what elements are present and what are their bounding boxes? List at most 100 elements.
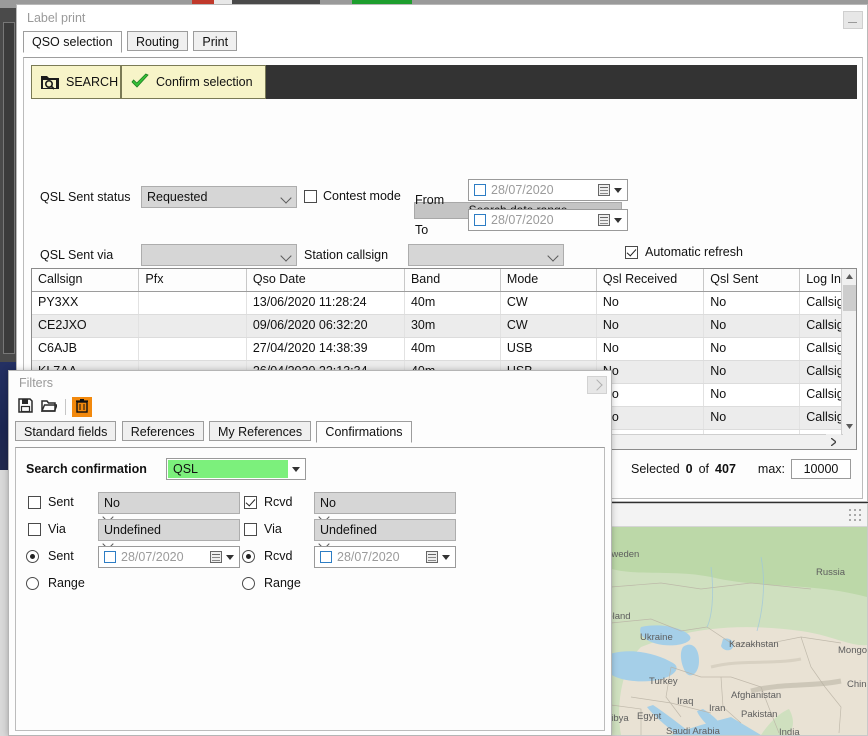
rcvd-date-checkbox[interactable] [320, 551, 332, 563]
search-button[interactable]: SEARCH [31, 65, 121, 99]
open-filter-button[interactable] [39, 397, 59, 417]
rcvd-checkbox-label: Rcvd [264, 495, 293, 509]
map-label-russia: Russia [816, 567, 846, 578]
from-date-field[interactable]: 28/07/2020 [468, 179, 628, 201]
station-callsign-select[interactable] [408, 244, 564, 266]
column-header-callsign[interactable]: Callsign [32, 269, 140, 291]
map-label-pakistan: Pakistan [741, 709, 778, 720]
cell-qsl-sent: No [704, 338, 801, 360]
map-label-mongolia: Mongolia [838, 645, 867, 656]
tab-standard-fields-label: Standard fields [24, 425, 108, 439]
automatic-refresh-checkbox[interactable] [625, 246, 638, 259]
chevron-down-icon[interactable] [614, 188, 622, 193]
cell-callsign: C6AJB [32, 338, 140, 360]
sent-via-checkbox[interactable] [28, 523, 41, 536]
chevron-down-icon[interactable] [226, 555, 234, 560]
to-date-field[interactable]: 28/07/2020 [468, 209, 628, 231]
column-header-mode[interactable]: Mode [500, 269, 597, 291]
world-map[interactable]: Sweden Russia Poland Ukraine Kazakhstan Mongo… [611, 527, 867, 735]
cell-band: 30m [405, 315, 501, 337]
qsl-sent-via-select[interactable] [141, 244, 297, 266]
rcvd-value-select[interactable]: No [314, 492, 456, 523]
tab-standard-fields[interactable]: Standard fields [15, 421, 117, 441]
sent-range-radio[interactable] [26, 577, 39, 590]
cell-qso-date: 27/04/2020 14:38:39 [247, 338, 405, 360]
tab-routing[interactable]: Routing [126, 31, 189, 51]
column-header-pfx[interactable]: Pfx [139, 269, 247, 291]
rcvd-date-radio[interactable] [242, 550, 255, 563]
search-confirmation-label: Search confirmation [26, 462, 147, 476]
sent-date-checkbox[interactable] [104, 551, 116, 563]
column-header-qsl-received[interactable]: Qsl Received [596, 269, 705, 291]
filters-titlebar: Filters [9, 371, 611, 395]
filters-collapse-button[interactable] [587, 376, 607, 394]
rcvd-date-field[interactable]: 28/07/2020 [314, 546, 456, 568]
cell-pfx [139, 315, 247, 337]
sent-checkbox[interactable] [28, 496, 41, 509]
chevron-down-icon [292, 467, 300, 472]
map-label-ukraine: Ukraine [640, 632, 673, 643]
cell-mode: CW [501, 315, 597, 337]
column-header-qsl-sent[interactable]: Qsl Sent [704, 269, 801, 291]
tab-my-references[interactable]: My References [209, 421, 312, 441]
map-label-turkey: Turkey [649, 676, 678, 687]
tab-qso-selection[interactable]: QSO selection [23, 31, 122, 53]
qsl-sent-status-select[interactable]: Requested [141, 186, 297, 208]
map-label-libya: Libya [611, 713, 629, 724]
sent-date-radio[interactable] [26, 550, 39, 563]
table-row[interactable]: CE2JXO 09/06/2020 06:32:20 30m CW No No Callsi… [32, 315, 856, 338]
tab-my-references-label: My References [218, 425, 303, 439]
cell-mode: CW [501, 292, 597, 314]
cell-qsl-received: No [597, 361, 705, 383]
sent-via-select[interactable]: Undefined [98, 519, 240, 550]
table-vertical-scrollbar[interactable] [841, 269, 856, 449]
max-results-input[interactable]: 10000 [791, 459, 851, 479]
cell-qsl-received: No [597, 384, 705, 406]
tab-references-label: References [130, 425, 195, 439]
chevron-down-icon[interactable] [442, 555, 450, 560]
contest-mode-checkbox[interactable] [304, 190, 317, 203]
rcvd-via-checkbox[interactable] [244, 523, 257, 536]
rcvd-date-value: 28/07/2020 [337, 550, 400, 564]
confirm-selection-label: Confirm selection [156, 75, 253, 89]
table-row[interactable]: C6AJB 27/04/2020 14:38:39 40m USB No No Callsi… [32, 338, 856, 361]
scroll-up-arrow[interactable] [842, 269, 856, 284]
from-date-checkbox[interactable] [474, 184, 486, 196]
cell-band: 40m [405, 338, 501, 360]
delete-filter-button[interactable] [72, 397, 92, 417]
selected-count: 0 [685, 462, 693, 476]
search-confirmation-select[interactable]: QSL [166, 458, 306, 480]
rcvd-checkbox[interactable] [244, 496, 257, 509]
qsl-sent-via-label: QSL Sent via [40, 248, 114, 262]
rcvd-via-select[interactable]: Undefined [314, 519, 456, 550]
tab-references[interactable]: References [121, 421, 204, 441]
map-label-iraq: Iraq [677, 696, 694, 707]
cell-qsl-received: No [597, 407, 705, 429]
save-filter-button[interactable] [15, 397, 35, 417]
map-label-egypt: Egypt [637, 711, 662, 722]
column-header-qso-date[interactable]: Qso Date [246, 269, 405, 291]
chevron-down-icon[interactable] [614, 218, 622, 223]
scroll-down-arrow[interactable] [842, 419, 856, 434]
tab-print[interactable]: Print [193, 31, 238, 51]
sent-value-select[interactable]: No [98, 492, 240, 523]
to-date-checkbox[interactable] [474, 214, 486, 226]
confirm-selection-button[interactable]: Confirm selection [121, 65, 266, 99]
sent-range-radio-label: Range [48, 576, 85, 590]
sent-date-value: 28/07/2020 [121, 550, 184, 564]
scroll-right-arrow[interactable] [826, 434, 841, 449]
background-left-inner [3, 22, 15, 354]
rcvd-range-radio[interactable] [242, 577, 255, 590]
minimize-button[interactable] [843, 11, 863, 29]
folder-open-icon [40, 399, 59, 416]
table-row[interactable]: PY3XX 13/06/2020 11:28:24 40m CW No No Callsig… [32, 292, 856, 315]
vertical-scroll-thumb[interactable] [843, 285, 856, 311]
resize-grip[interactable] [849, 509, 861, 521]
tab-confirmations[interactable]: Confirmations [316, 421, 412, 443]
sent-date-field[interactable]: 28/07/2020 [98, 546, 240, 568]
confirmations-panel: Search confirmation QSL Sent No Via Unde… [15, 447, 605, 731]
rcvd-via-value: Undefined [320, 523, 377, 537]
column-header-band[interactable]: Band [404, 269, 501, 291]
cell-pfx [139, 292, 247, 314]
cell-pfx [139, 338, 247, 360]
